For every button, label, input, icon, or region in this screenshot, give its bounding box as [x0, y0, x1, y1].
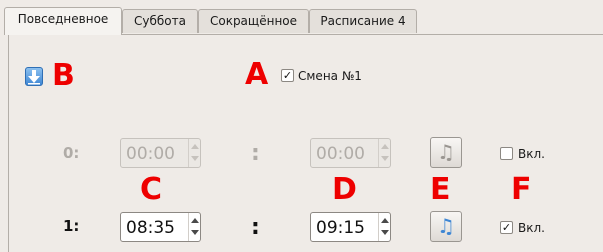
row-0-enabled-checkbox[interactable] [500, 147, 513, 160]
row-0-start-spin-arrows[interactable] [188, 139, 200, 167]
row-1-enabled-checkbox[interactable]: ✓ [500, 221, 513, 234]
music-note-icon: ♫ [437, 140, 455, 164]
annotation-c: C [140, 172, 163, 207]
row-1-number: 1: [63, 217, 80, 235]
row-1-start-value: 08:35 [126, 218, 175, 238]
row-0-separator: : [251, 141, 260, 166]
annotation-e: E [430, 172, 451, 207]
row-1-separator: : [251, 215, 260, 240]
arrow-down-icon [28, 70, 40, 85]
tab-saturday[interactable]: Суббота [122, 9, 198, 33]
tab-content-panel [8, 34, 603, 252]
annotation-a: A [245, 57, 269, 92]
row-1-end-value: 09:15 [316, 218, 365, 238]
row-1-enabled-label: Вкл. [518, 221, 545, 235]
tab-schedule-4[interactable]: Расписание 4 [309, 9, 417, 33]
annotation-f: F [511, 172, 532, 207]
row-1-sound-button[interactable]: ♫ [430, 211, 462, 242]
move-down-button[interactable] [25, 67, 43, 86]
tab-shortened[interactable]: Сокращённое [198, 9, 309, 33]
row-0-start-value: 00:00 [126, 144, 175, 164]
row-1-end-time[interactable]: 09:15 [310, 212, 391, 242]
annotation-d: D [332, 172, 357, 207]
row-1-end-spin-arrows[interactable] [378, 213, 390, 241]
row-0-number: 0: [63, 144, 80, 162]
tab-everyday[interactable]: Повседневное [4, 7, 122, 35]
music-note-icon: ♫ [437, 214, 455, 238]
row-0-enabled-label: Вкл. [518, 147, 545, 161]
row-0-end-spin-arrows[interactable] [378, 139, 390, 167]
shift-label: Смена №1 [298, 69, 362, 83]
row-1-start-time[interactable]: 08:35 [120, 212, 201, 242]
row-0-start-time[interactable]: 00:00 [120, 138, 201, 168]
row-0-sound-button[interactable]: ♫ [430, 137, 462, 168]
tab-bar: Повседневное Суббота Сокращённое Расписа… [0, 0, 603, 35]
row-0-end-value: 00:00 [316, 144, 365, 164]
annotation-b: B [52, 58, 75, 93]
row-1-start-spin-arrows[interactable] [188, 213, 200, 241]
row-0-end-time[interactable]: 00:00 [310, 138, 391, 168]
shift-checkbox[interactable]: ✓ [281, 69, 294, 82]
